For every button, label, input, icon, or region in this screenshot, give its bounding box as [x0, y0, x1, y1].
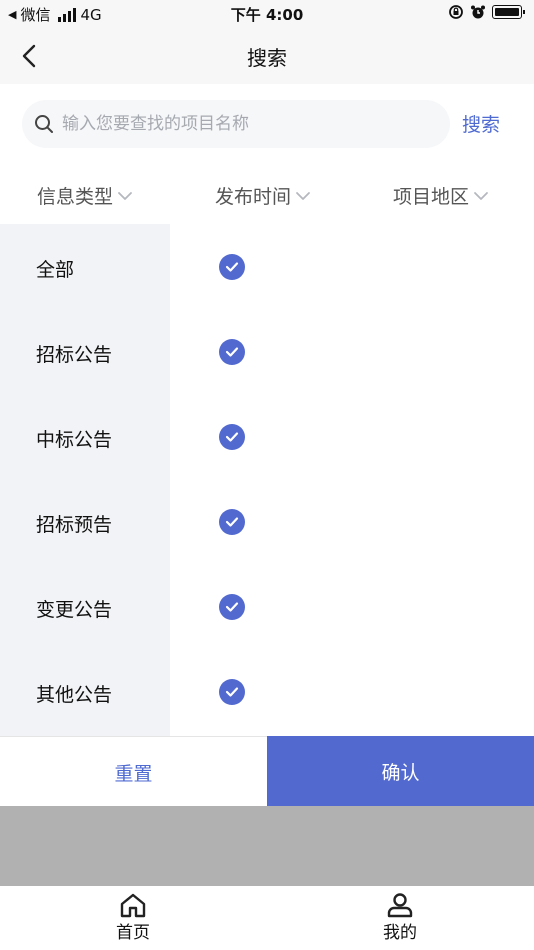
checkbox-other-notice[interactable]: [219, 679, 245, 705]
search-icon: [35, 115, 53, 133]
dim-overlay[interactable]: [0, 806, 534, 886]
checkbox-all[interactable]: [219, 254, 245, 280]
chevron-down-icon: [474, 191, 488, 200]
check-icon: [225, 262, 239, 272]
status-right: [448, 4, 525, 20]
filter-tab-label: 信息类型: [37, 186, 114, 208]
reset-button[interactable]: 重置: [0, 737, 267, 807]
checkbox-change-notice[interactable]: [219, 594, 245, 620]
battery-icon: [492, 5, 525, 19]
checkbox-tender-preview[interactable]: [219, 509, 245, 535]
tab-mine-label: 我的: [383, 923, 417, 943]
checkbox-award-notice[interactable]: [219, 424, 245, 450]
confirm-button[interactable]: 确认: [267, 736, 534, 807]
alarm-icon: [471, 5, 485, 19]
filter-row: 信息类型 发布时间 项目地区: [0, 166, 534, 224]
tab-bar: 首页 我的: [0, 886, 534, 950]
chevron-down-icon: [296, 191, 310, 200]
check-icon: [225, 347, 239, 357]
search-button[interactable]: 搜索: [462, 110, 500, 137]
home-icon: [120, 893, 146, 918]
search-input[interactable]: [62, 114, 422, 134]
check-icon: [225, 602, 239, 612]
options-panel: [170, 224, 534, 736]
action-bar: 重置 确认: [0, 736, 534, 807]
filter-tab-region[interactable]: 项目地区: [393, 182, 489, 209]
status-bar: ◀ 微信 4G 下午 4:00: [0, 0, 534, 28]
category-item-tender-preview[interactable]: 招标预告: [36, 510, 112, 537]
rotation-lock-icon: [449, 5, 463, 19]
nav-bar: 搜索: [0, 28, 534, 84]
category-item-change-notice[interactable]: 变更公告: [36, 595, 112, 622]
category-item-tender-notice[interactable]: 招标公告: [36, 340, 112, 367]
tab-home[interactable]: 首页: [103, 892, 163, 943]
category-item-all[interactable]: 全部: [36, 255, 74, 282]
chevron-down-icon: [118, 191, 132, 200]
tab-mine[interactable]: 我的: [370, 892, 430, 943]
page-title: 搜索: [247, 46, 287, 70]
search-box[interactable]: [22, 100, 450, 148]
check-icon: [225, 517, 239, 527]
user-icon: [387, 893, 413, 918]
check-icon: [225, 432, 239, 442]
category-item-award-notice[interactable]: 中标公告: [36, 425, 112, 452]
filter-tab-info-type[interactable]: 信息类型: [37, 182, 133, 209]
tab-home-label: 首页: [116, 923, 150, 943]
filter-tab-label: 发布时间: [215, 186, 292, 208]
category-list: 全部 招标公告 中标公告 招标预告 变更公告 其他公告: [0, 224, 170, 736]
filter-tab-label: 项目地区: [393, 186, 470, 208]
check-icon: [225, 687, 239, 697]
category-item-other-notice[interactable]: 其他公告: [36, 680, 112, 707]
search-row: 搜索: [0, 84, 534, 166]
filter-tab-publish-time[interactable]: 发布时间: [215, 182, 311, 209]
checkbox-tender-notice[interactable]: [219, 339, 245, 365]
